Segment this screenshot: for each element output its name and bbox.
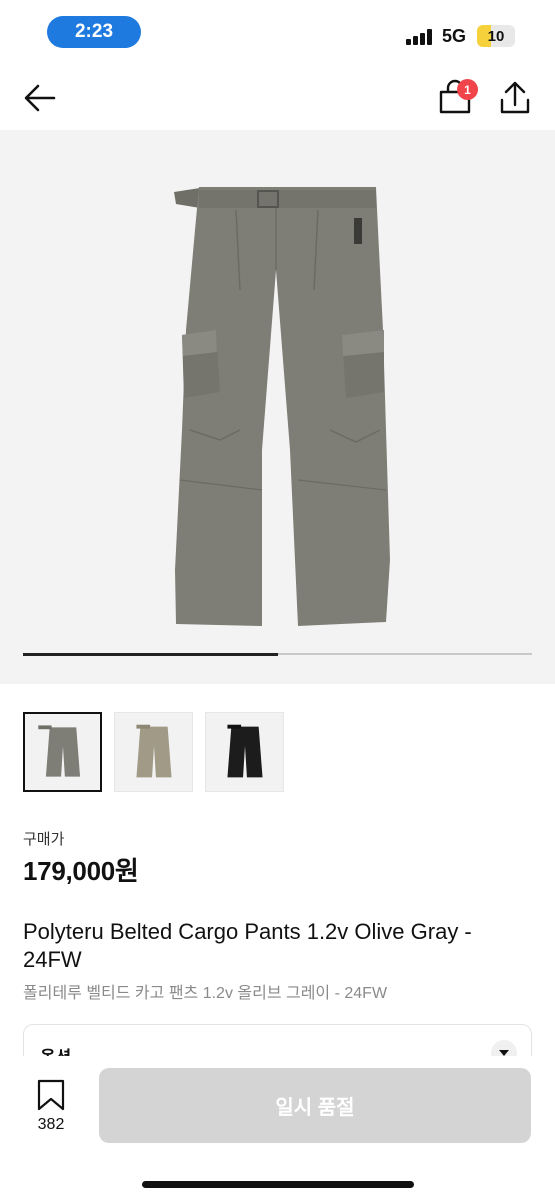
nav-bar: 1 bbox=[0, 62, 555, 130]
price-value: 179,000원 bbox=[23, 856, 139, 886]
gallery-progress-fill bbox=[23, 652, 278, 656]
network-label: 5G bbox=[442, 26, 467, 46]
bottom-action-bar: 382 일시 품절 bbox=[0, 1056, 555, 1200]
product-image bbox=[174, 187, 390, 626]
bookmark-icon bbox=[37, 1079, 65, 1111]
price-label: 구매가 bbox=[23, 831, 65, 848]
share-icon bbox=[500, 81, 530, 114]
status-time: 2:23 bbox=[47, 16, 141, 48]
color-thumbnails bbox=[23, 712, 284, 792]
back-button[interactable] bbox=[20, 80, 60, 116]
gallery-progress-track bbox=[23, 652, 532, 656]
share-button[interactable] bbox=[496, 78, 534, 118]
home-indicator bbox=[142, 1181, 414, 1188]
cart-count-badge: 1 bbox=[457, 79, 478, 100]
thumbnail-beige[interactable] bbox=[114, 712, 193, 792]
beige-pants-image bbox=[136, 724, 172, 778]
battery-level: 10 bbox=[487, 27, 505, 45]
wishlist-button[interactable]: 382 bbox=[26, 1078, 76, 1142]
back-arrow-icon bbox=[24, 84, 56, 112]
thumbnail-olive-gray[interactable] bbox=[23, 712, 102, 792]
status-bar: 2:23 5G 10 bbox=[0, 0, 555, 62]
product-title: Polyteru Belted Cargo Pants 1.2v Olive G… bbox=[23, 919, 472, 972]
thumbnail-black[interactable] bbox=[205, 712, 284, 792]
wishlist-count: 382 bbox=[37, 1116, 65, 1133]
black-pants-image bbox=[227, 724, 263, 778]
soldout-button[interactable]: 일시 품절 bbox=[99, 1068, 531, 1143]
signal-icon bbox=[406, 29, 436, 45]
product-image-gallery[interactable] bbox=[0, 130, 555, 684]
battery-icon: 10 bbox=[477, 25, 515, 47]
olive-gray-pants-image bbox=[38, 725, 81, 777]
product-title-korean: 폴리테루 벨티드 카고 팬츠 1.2v 올리브 그레이 - 24FW bbox=[23, 985, 388, 1002]
